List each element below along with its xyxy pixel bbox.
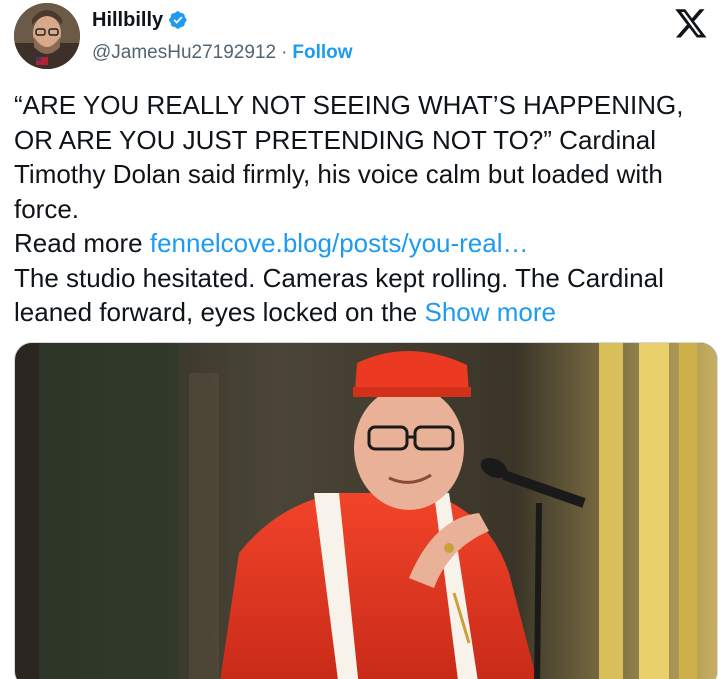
tweet-paragraph-3: The studio hesitated. Cameras kept rolli… (14, 261, 718, 330)
verified-badge-icon (169, 11, 187, 29)
separator-dot: · (281, 42, 288, 63)
avatar-image (14, 3, 80, 69)
media-photo (39, 343, 717, 679)
author-handle[interactable]: @JamesHu27192912 (92, 42, 276, 64)
tweet-media[interactable] (14, 342, 718, 679)
tweet-body: The studio hesitated. Cameras kept rolli… (14, 262, 664, 328)
handle-row: @JamesHu27192912 · Follow (92, 42, 353, 64)
read-more-link[interactable]: fennelcove.blog/posts/you-real… (150, 228, 529, 258)
show-more-link[interactable]: Show more (424, 297, 556, 327)
tweet-paragraph-1: “ARE YOU REALLY NOT SEEING WHAT’S HAPPEN… (14, 88, 718, 226)
author-names: Hillbilly @JamesHu27192912 · Follow (92, 7, 353, 64)
x-logo-icon[interactable] (674, 6, 708, 40)
display-name[interactable]: Hillbilly (92, 9, 163, 32)
tweet-header: Hillbilly @JamesHu27192912 · Follow (14, 3, 714, 73)
tweet-text: “ARE YOU REALLY NOT SEEING WHAT’S HAPPEN… (14, 88, 718, 330)
display-name-row: Hillbilly (92, 7, 353, 33)
avatar[interactable] (14, 3, 80, 69)
tweet-paragraph-2: Read more fennelcove.blog/posts/you-real… (14, 226, 718, 261)
follow-button[interactable]: Follow (292, 42, 352, 64)
read-more-label: Read more (14, 228, 150, 258)
